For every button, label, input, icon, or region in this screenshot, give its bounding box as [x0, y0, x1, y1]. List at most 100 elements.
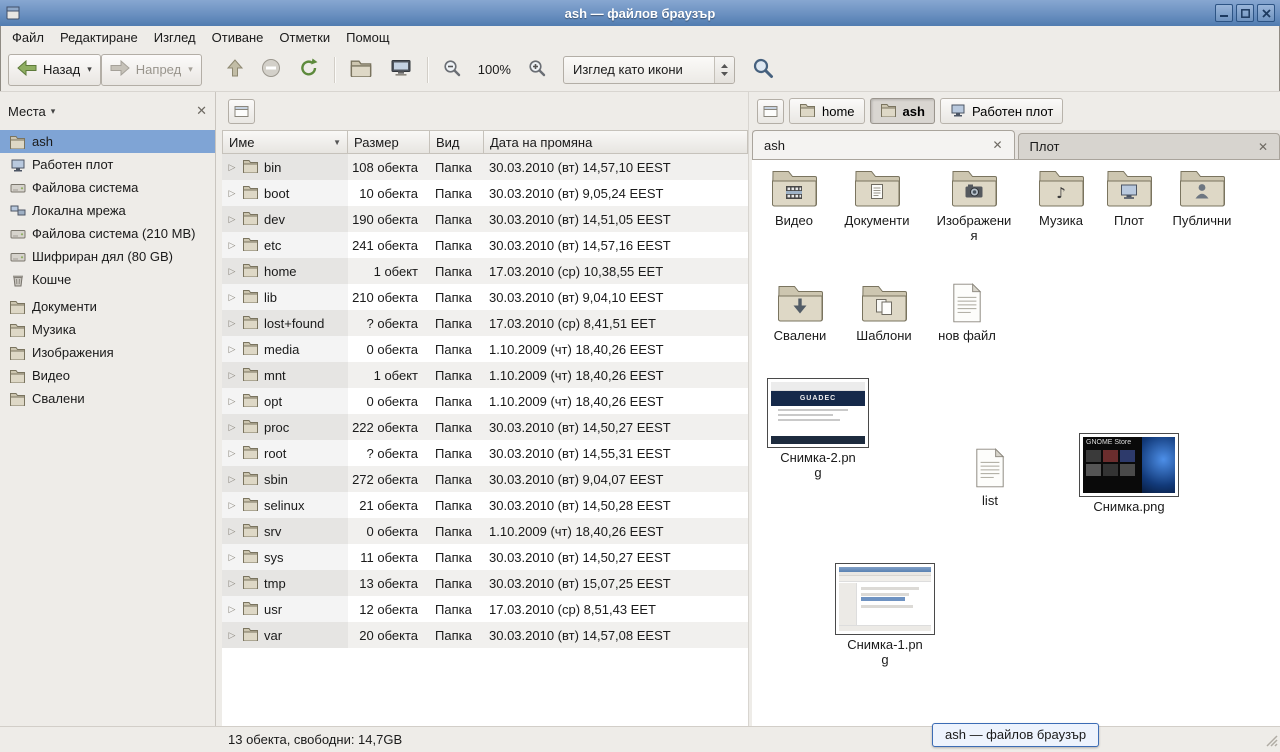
icon-view-item[interactable]: нов файл — [919, 283, 1015, 344]
file-row[interactable]: ▷opt0 обектаПапка1.10.2009 (чт) 18,40,26… — [222, 388, 748, 414]
expander-icon[interactable]: ▷ — [227, 370, 237, 381]
expander-icon[interactable]: ▷ — [227, 266, 237, 277]
stop-button[interactable] — [252, 54, 290, 86]
sidebar-title[interactable]: Места — [8, 104, 46, 119]
menu-item[interactable]: Файл — [4, 28, 52, 47]
expander-icon[interactable]: ▷ — [227, 292, 237, 303]
file-row[interactable]: ▷srv0 обектаПапка1.10.2009 (чт) 18,40,26… — [222, 518, 748, 544]
file-row[interactable]: ▷usr12 обектаПапка17.03.2010 (ср) 8,51,4… — [222, 596, 748, 622]
places-dropdown-arrow-icon[interactable]: ▾ — [51, 106, 56, 117]
reload-button[interactable] — [290, 54, 328, 86]
icon-view-item[interactable]: GUADECСнимка-2.png — [770, 378, 866, 481]
sidebar-item[interactable]: Документи — [0, 295, 215, 318]
expander-icon[interactable]: ▷ — [227, 318, 237, 329]
file-row[interactable]: ▷mnt1 обектПапка1.10.2009 (чт) 18,40,26 … — [222, 362, 748, 388]
file-row[interactable]: ▷proc222 обектаПапка30.03.2010 (вт) 14,5… — [222, 414, 748, 440]
expander-icon[interactable]: ▷ — [227, 630, 237, 641]
expander-icon[interactable]: ▷ — [227, 240, 237, 251]
tab[interactable]: Плот✕ — [1018, 133, 1280, 159]
zoom-in-button[interactable] — [519, 54, 555, 86]
file-row[interactable]: ▷media0 обектаПапка1.10.2009 (чт) 18,40,… — [222, 336, 748, 362]
file-row[interactable]: ▷sys11 обектаПапка30.03.2010 (вт) 14,50,… — [222, 544, 748, 570]
sidebar-item[interactable]: Локална мрежа — [0, 199, 215, 222]
sidebar-item[interactable]: Видео — [0, 364, 215, 387]
path-button[interactable]: Работен плот — [940, 98, 1063, 124]
file-row[interactable]: ▷lost+found? обектаПапка17.03.2010 (ср) … — [222, 310, 748, 336]
file-row[interactable]: ▷etc241 обектаПапка30.03.2010 (вт) 14,57… — [222, 232, 748, 258]
expander-icon[interactable]: ▷ — [227, 162, 237, 173]
file-row[interactable]: ▷boot10 обектаПапка30.03.2010 (вт) 9,05,… — [222, 180, 748, 206]
file-row[interactable]: ▷tmp13 обектаПапка30.03.2010 (вт) 15,07,… — [222, 570, 748, 596]
icon-view-item[interactable]: Шаблони — [836, 283, 932, 344]
close-button[interactable] — [1257, 4, 1275, 22]
icon-view-item[interactable]: Изображения — [926, 168, 1022, 244]
icon-view-item[interactable]: Публични — [1154, 168, 1250, 229]
path-button[interactable]: ash — [870, 98, 935, 124]
icon-view-canvas[interactable]: ВидеоДокументиИзображения♪МузикаПлотПубл… — [752, 160, 1280, 726]
minimize-button[interactable] — [1215, 4, 1233, 22]
file-row[interactable]: ▷home1 обектПапка17.03.2010 (ср) 10,38,5… — [222, 258, 748, 284]
tab-close-icon[interactable]: ✕ — [992, 138, 1002, 152]
column-header[interactable]: Вид — [430, 130, 484, 154]
zoom-level[interactable]: 100% — [478, 62, 511, 77]
file-row[interactable]: ▷bin108 обектаПапка30.03.2010 (вт) 14,57… — [222, 154, 748, 180]
menu-item[interactable]: Отметки — [271, 28, 338, 47]
sidebar-item[interactable]: Шифриран дял (80 GB) — [0, 245, 215, 268]
expander-icon[interactable]: ▷ — [227, 396, 237, 407]
expander-icon[interactable]: ▷ — [227, 188, 237, 199]
file-row[interactable]: ▷dev190 обектаПапка30.03.2010 (вт) 14,51… — [222, 206, 748, 232]
pane-location-button[interactable] — [757, 99, 784, 124]
view-mode-select[interactable]: Изглед като икони — [563, 56, 735, 84]
menu-item[interactable]: Изглед — [146, 28, 204, 47]
expander-icon[interactable]: ▷ — [227, 604, 237, 615]
forward-dropdown-arrow[interactable]: ▾ — [188, 64, 193, 75]
menu-item[interactable]: Отиване — [204, 28, 272, 47]
expander-icon[interactable]: ▷ — [227, 474, 237, 485]
column-header[interactable]: Дата на промяна — [484, 130, 748, 154]
computer-button[interactable] — [381, 54, 421, 86]
home-button[interactable] — [341, 54, 381, 86]
column-header[interactable]: Размер — [348, 130, 430, 154]
expander-icon[interactable]: ▷ — [227, 448, 237, 459]
file-row[interactable]: ▷var20 обектаПапка30.03.2010 (вт) 14,57,… — [222, 622, 748, 648]
expander-icon[interactable]: ▷ — [227, 214, 237, 225]
search-button[interactable] — [743, 54, 783, 86]
sidebar-item[interactable]: Свалени — [0, 387, 215, 410]
tab-close-icon[interactable]: ✕ — [1258, 140, 1268, 154]
sidebar-item[interactable]: Изображения — [0, 341, 215, 364]
file-row[interactable]: ▷lib210 обектаПапка30.03.2010 (вт) 9,04,… — [222, 284, 748, 310]
icon-view-item[interactable]: Снимка-1.png — [837, 563, 933, 668]
expander-icon[interactable]: ▷ — [227, 578, 237, 589]
sidebar-item[interactable]: Файлова система (210 MB) — [0, 222, 215, 245]
sidebar-item[interactable]: Кошче — [0, 268, 215, 291]
expander-icon[interactable]: ▷ — [227, 344, 237, 355]
back-button[interactable]: Назад ▾ — [8, 54, 101, 86]
up-button[interactable] — [218, 54, 252, 86]
icon-view-item[interactable]: Свалени — [752, 283, 848, 344]
file-row[interactable]: ▷sbin272 обектаПапка30.03.2010 (вт) 9,04… — [222, 466, 748, 492]
maximize-button[interactable] — [1236, 4, 1254, 22]
sidebar-item[interactable]: ash — [0, 130, 215, 153]
view-mode-spinner-icon[interactable] — [714, 57, 734, 83]
menu-item[interactable]: Помощ — [338, 28, 397, 47]
resize-grip[interactable] — [1264, 733, 1278, 750]
zoom-out-button[interactable] — [434, 54, 470, 86]
file-row[interactable]: ▷selinux21 обектаПапка30.03.2010 (вт) 14… — [222, 492, 748, 518]
sidebar-item[interactable]: Работен плот — [0, 153, 215, 176]
path-button[interactable]: home — [789, 98, 865, 124]
icon-view-item[interactable]: list — [942, 448, 1038, 509]
tab[interactable]: ash✕ — [752, 130, 1015, 159]
forward-button[interactable]: Напред ▾ — [101, 54, 202, 86]
expander-icon[interactable]: ▷ — [227, 552, 237, 563]
icon-view-item[interactable]: GNOME StoreСнимка.png — [1081, 433, 1177, 515]
title-bar[interactable]: ash — файлов браузър — [0, 0, 1280, 26]
icon-view-item[interactable]: Документи — [829, 168, 925, 229]
expander-icon[interactable]: ▷ — [227, 526, 237, 537]
window-list-button[interactable]: ash — файлов браузър — [932, 723, 1099, 747]
expander-icon[interactable]: ▷ — [227, 422, 237, 433]
sidebar-item[interactable]: Музика — [0, 318, 215, 341]
menu-item[interactable]: Редактиране — [52, 28, 146, 47]
expander-icon[interactable]: ▷ — [227, 500, 237, 511]
back-dropdown-arrow[interactable]: ▾ — [87, 64, 92, 75]
column-header[interactable]: Име▼ — [222, 130, 348, 154]
